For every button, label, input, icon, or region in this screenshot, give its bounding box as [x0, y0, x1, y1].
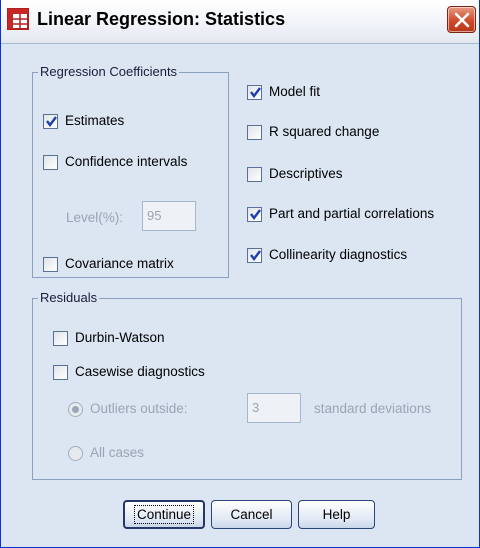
checkmark-icon — [46, 116, 57, 127]
collinearity-diagnostics-label: Collinearity diagnostics — [269, 247, 408, 262]
confidence-intervals-label: Confidence intervals — [65, 154, 188, 169]
help-label: Help — [322, 507, 351, 522]
checkmark-icon — [250, 87, 261, 98]
radio-button[interactable] — [68, 446, 83, 461]
level-label: Level(%): — [66, 210, 124, 225]
durbin-watson-label: Durbin-Watson — [75, 330, 165, 345]
checkbox-box[interactable] — [247, 248, 262, 263]
model-fit-label: Model fit — [269, 84, 321, 99]
title-bar[interactable]: Linear Regression: Statistics — [1, 0, 479, 44]
regression-coefficients-legend: Regression Coefficients — [38, 64, 180, 79]
r-squared-change-label: R squared change — [269, 124, 380, 139]
spreadsheet-icon — [7, 8, 29, 30]
level-value: 95 — [147, 208, 162, 223]
regression-coefficients-group — [32, 72, 229, 278]
checkmark-icon — [250, 209, 261, 220]
residuals-legend: Residuals — [38, 290, 100, 305]
cancel-button[interactable]: Cancel — [211, 500, 292, 529]
continue-label: Continue — [133, 505, 195, 524]
checkbox-box[interactable] — [247, 167, 262, 182]
standard-deviations-label: standard deviations — [314, 401, 432, 416]
checkbox-box[interactable] — [247, 125, 262, 140]
radio-button[interactable] — [68, 402, 83, 417]
continue-button[interactable]: Continue — [123, 500, 205, 529]
dialog-window: Linear Regression: Statistics Regression… — [0, 0, 480, 548]
descriptives-label: Descriptives — [269, 166, 343, 181]
cancel-label: Cancel — [230, 507, 273, 522]
covariance-matrix-label: Covariance matrix — [65, 256, 174, 271]
outliers-outside-label: Outliers outside: — [90, 401, 188, 416]
checkbox-box[interactable] — [247, 207, 262, 222]
part-partial-correlations-label: Part and partial correlations — [269, 206, 435, 221]
checkbox-box[interactable] — [43, 155, 58, 170]
checkmark-icon — [250, 250, 261, 261]
checkbox-box[interactable] — [53, 365, 68, 380]
casewise-diagnostics-label: Casewise diagnostics — [75, 364, 205, 379]
all-cases-label: All cases — [90, 445, 145, 460]
window-title: Linear Regression: Statistics — [37, 9, 286, 29]
checkbox-box[interactable] — [43, 114, 58, 129]
estimates-label: Estimates — [65, 113, 125, 128]
checkbox-box[interactable] — [247, 85, 262, 100]
checkbox-box[interactable] — [53, 331, 68, 346]
help-button[interactable]: Help — [298, 500, 375, 529]
outliers-value: 3 — [252, 400, 260, 415]
checkbox-box[interactable] — [43, 257, 58, 272]
close-button[interactable] — [447, 6, 476, 33]
level-input[interactable]: 95 — [142, 201, 196, 231]
outliers-value-input[interactable]: 3 — [247, 393, 301, 423]
